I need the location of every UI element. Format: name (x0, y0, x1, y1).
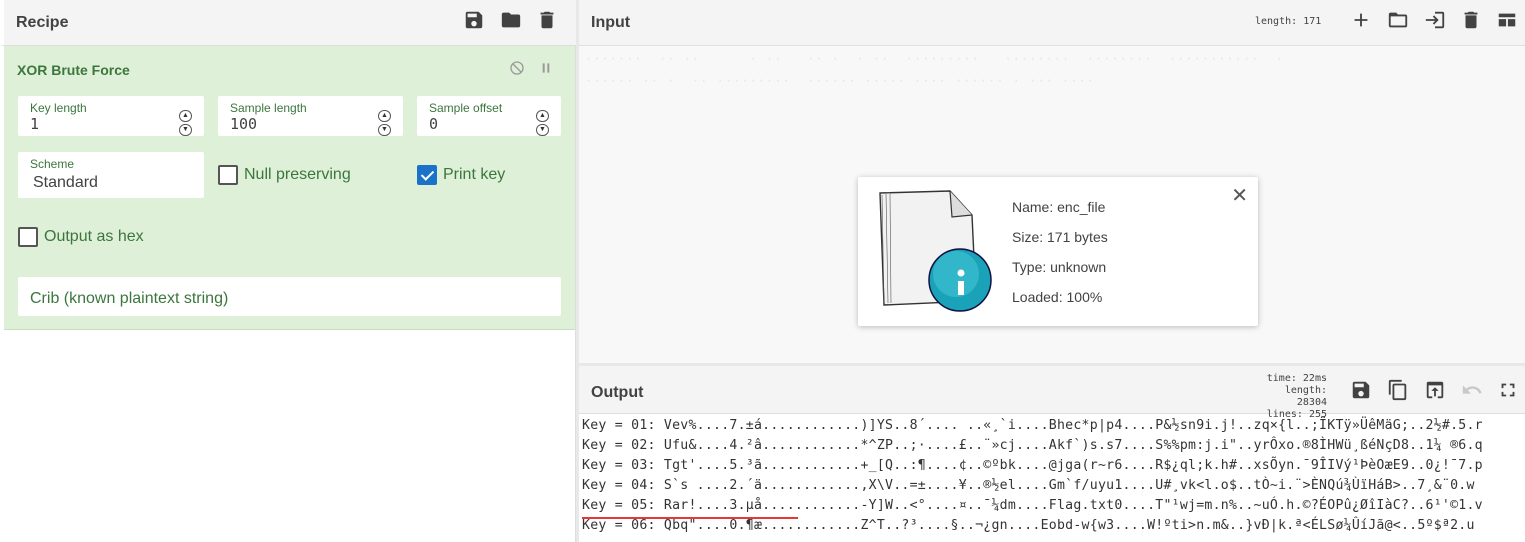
load-recipe-icon[interactable] (499, 8, 523, 32)
pause-operation-icon[interactable] (538, 60, 556, 78)
output-line: Key = 03: Tgt'....5.³ã............+_[Q..… (582, 458, 1483, 473)
input-pane: Input length: 171 ······· ·· ·· · ·· ·· … (579, 0, 1525, 364)
sample-length-stepper[interactable]: ▲ ▼ (378, 110, 391, 136)
close-icon[interactable]: ✕ (1231, 183, 1248, 208)
output-line: Key = 01: Vev%....7.±á............)]YS..… (582, 418, 1483, 433)
output-header: Output time: 22ms length: 28304 lines: 2… (579, 366, 1525, 420)
print-key-label: Print key (443, 166, 506, 183)
input-title: Input (591, 14, 631, 31)
replace-input-icon[interactable] (1423, 378, 1447, 402)
increment-icon[interactable]: ▲ (179, 110, 192, 122)
increment-icon[interactable]: ▲ (378, 110, 391, 122)
open-file-icon[interactable] (1423, 8, 1447, 32)
checkbox-unchecked[interactable] (18, 227, 38, 247)
length-label: length: (1284, 385, 1327, 396)
file-info-icon (879, 190, 992, 312)
output-as-hex-label: Output as hex (44, 228, 144, 245)
add-tab-icon[interactable] (1349, 8, 1373, 32)
copy-icon[interactable] (1386, 378, 1410, 402)
increment-icon[interactable]: ▲ (536, 110, 549, 122)
sample-offset-stepper[interactable]: ▲ ▼ (536, 110, 549, 136)
checkbox-checked[interactable] (417, 165, 437, 185)
null-preserving-checkbox[interactable]: Null preserving (218, 165, 351, 185)
scheme-select[interactable]: Scheme Standard (18, 152, 204, 198)
key-length-label: Key length (30, 101, 87, 115)
input-length-value: 171 (1303, 16, 1322, 27)
input-faint-text: ······· ·· ·· · ·· ·· · · ·· ········· ·… (585, 52, 1285, 66)
sample-offset-label: Sample offset (429, 101, 503, 115)
key-length-value[interactable]: 1 (30, 115, 39, 133)
time-label: time: (1266, 373, 1297, 384)
open-folder-icon[interactable] (1386, 8, 1410, 32)
key-length-field[interactable]: Key length 1 ▲ ▼ (18, 96, 204, 136)
input-header: Input length: 171 (579, 0, 1525, 46)
scheme-value: Standard (33, 174, 98, 191)
save-output-icon[interactable] (1349, 378, 1373, 402)
null-preserving-label: Null preserving (244, 166, 351, 183)
output-line: Key = 06: Qbq"....0.¶æ............Z^T..?… (582, 518, 1475, 533)
info-glyph (958, 281, 964, 295)
time-value: 22ms (1302, 373, 1327, 384)
maximize-icon[interactable] (1496, 378, 1520, 402)
output-text-area[interactable]: Key = 01: Vev%....7.±á............)]YS..… (579, 414, 1525, 542)
scheme-label: Scheme (30, 157, 75, 171)
sample-length-field[interactable]: Sample length 100 ▲ ▼ (218, 96, 403, 136)
sample-offset-value[interactable]: 0 (429, 115, 438, 133)
file-details-card: Name: enc_file Size: 171 bytes Type: unk… (858, 177, 1258, 326)
input-faint-text: ······ ·· · ·· ········· ······ ····· ··… (585, 74, 1095, 88)
print-key-checkbox[interactable]: Print key (417, 165, 505, 185)
recipe-title: Recipe (16, 14, 69, 31)
output-line-highlighted: Key = 05: Rar!....3.µå............-Y]W..… (582, 498, 1483, 513)
decrement-icon[interactable]: ▼ (378, 124, 391, 136)
file-type: Type: unknown (1012, 259, 1107, 275)
input-length-stat: length: 171 (1255, 16, 1321, 27)
output-title: Output (591, 384, 644, 401)
file-size: Size: 171 bytes (1012, 229, 1108, 245)
recipe-pane: Recipe XOR Brute Force Key length 1 ▲ ▼ (0, 0, 576, 542)
sample-length-label: Sample length (230, 101, 307, 115)
decrement-icon[interactable]: ▼ (179, 124, 192, 136)
input-length-label: length: (1255, 16, 1298, 27)
disable-operation-icon[interactable] (509, 60, 527, 78)
output-line: Key = 04: S`s ....2.´ä............,X\V..… (582, 478, 1475, 493)
file-loaded: Loaded: 100% (1012, 289, 1103, 305)
sample-offset-field[interactable]: Sample offset 0 ▲ ▼ (417, 96, 561, 136)
operation-title: XOR Brute Force (17, 62, 130, 78)
clear-recipe-icon[interactable] (535, 8, 559, 32)
crib-placeholder: Crib (known plaintext string) (30, 290, 229, 307)
input-text-area[interactable]: ······· ·· ·· · ·· ·· · · ·· ········· ·… (579, 46, 1525, 364)
save-recipe-icon[interactable] (462, 8, 486, 32)
decrement-icon[interactable]: ▼ (536, 124, 549, 136)
length-value: 28304 (1296, 397, 1327, 408)
crib-input[interactable]: Crib (known plaintext string) (18, 277, 561, 316)
file-name: Name: enc_file (1012, 199, 1106, 215)
output-line: Key = 02: Ufu&....4.²â............*^ZP..… (582, 438, 1483, 453)
clear-input-icon[interactable] (1459, 8, 1483, 32)
checkbox-unchecked[interactable] (218, 165, 238, 185)
key-length-stepper[interactable]: ▲ ▼ (179, 110, 192, 136)
operation-xor-brute-force: XOR Brute Force Key length 1 ▲ ▼ Sample … (4, 46, 575, 330)
recipe-header: Recipe (0, 0, 576, 46)
output-pane: Output time: 22ms length: 28304 lines: 2… (579, 366, 1525, 542)
output-as-hex-checkbox[interactable]: Output as hex (18, 227, 144, 247)
undo-icon[interactable] (1460, 378, 1484, 402)
layout-icon[interactable] (1495, 8, 1519, 32)
sample-length-value[interactable]: 100 (230, 115, 257, 133)
